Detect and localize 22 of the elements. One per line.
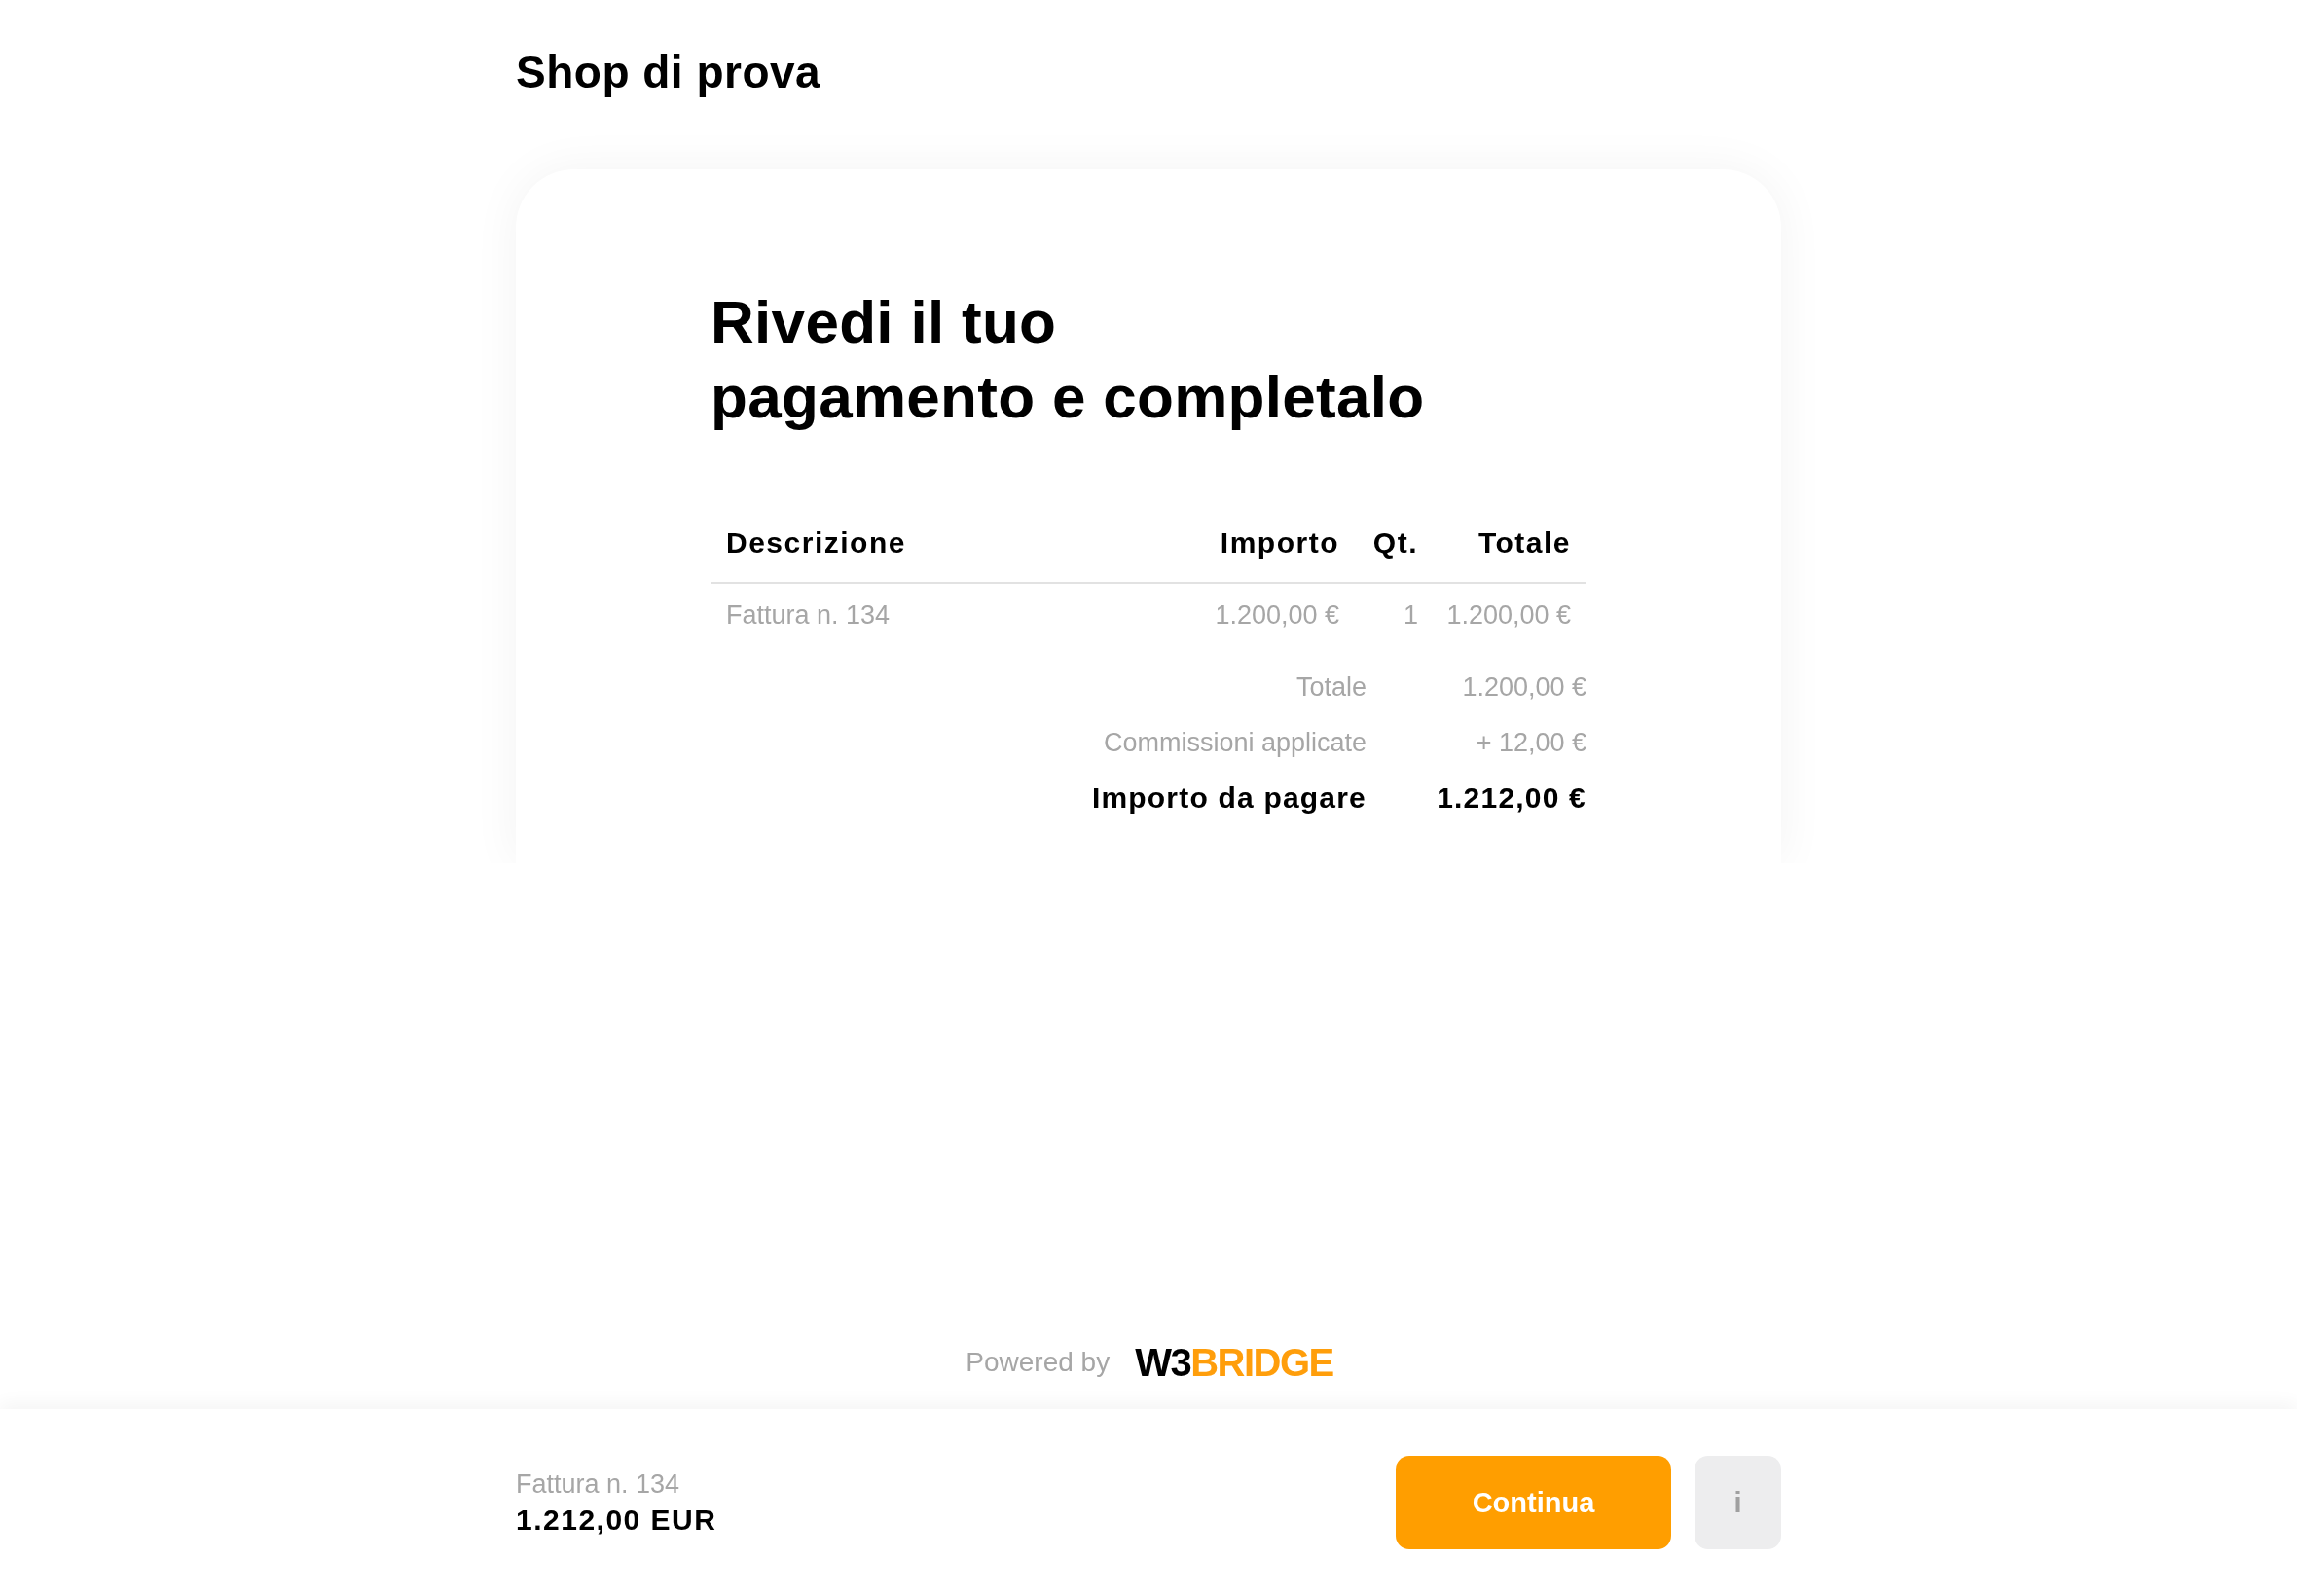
summary-label: Importo da pagare bbox=[1091, 780, 1367, 816]
summary-value: + 12,00 € bbox=[1476, 727, 1586, 759]
powered-by-text: Powered by bbox=[966, 1346, 1111, 1379]
page-heading: Rivedi il tuo pagamento e completalo bbox=[711, 287, 1425, 432]
table-cell-text: 1.200,00 € bbox=[1215, 599, 1339, 632]
total-amount: 1.212,00 EUR bbox=[516, 1503, 717, 1538]
summary-label: Commissioni applicate bbox=[1103, 727, 1367, 759]
table-cell-text: 1.200,00 € bbox=[1446, 599, 1571, 632]
shop-name: Shop di prova bbox=[516, 46, 821, 99]
column-header: Totale bbox=[1477, 526, 1571, 561]
continue-button[interactable]: Continua bbox=[1396, 1456, 1671, 1549]
table-cell-text: 1 bbox=[1403, 599, 1418, 632]
table-cell-text: Fattura n. 134 bbox=[726, 599, 891, 632]
invoice-label: Fattura n. 134 bbox=[516, 1469, 680, 1501]
info-button[interactable]: i bbox=[1695, 1456, 1781, 1549]
summary-value: 1.200,00 € bbox=[1462, 671, 1586, 704]
summary-value: 1.212,00 € bbox=[1437, 780, 1586, 816]
column-header: Qt. bbox=[1372, 526, 1418, 561]
summary-label: Totale bbox=[1295, 671, 1367, 704]
column-header: Importo bbox=[1220, 526, 1339, 561]
brand-logo: W3BRIDGE bbox=[1135, 1343, 1333, 1382]
column-header: Descrizione bbox=[726, 526, 906, 561]
